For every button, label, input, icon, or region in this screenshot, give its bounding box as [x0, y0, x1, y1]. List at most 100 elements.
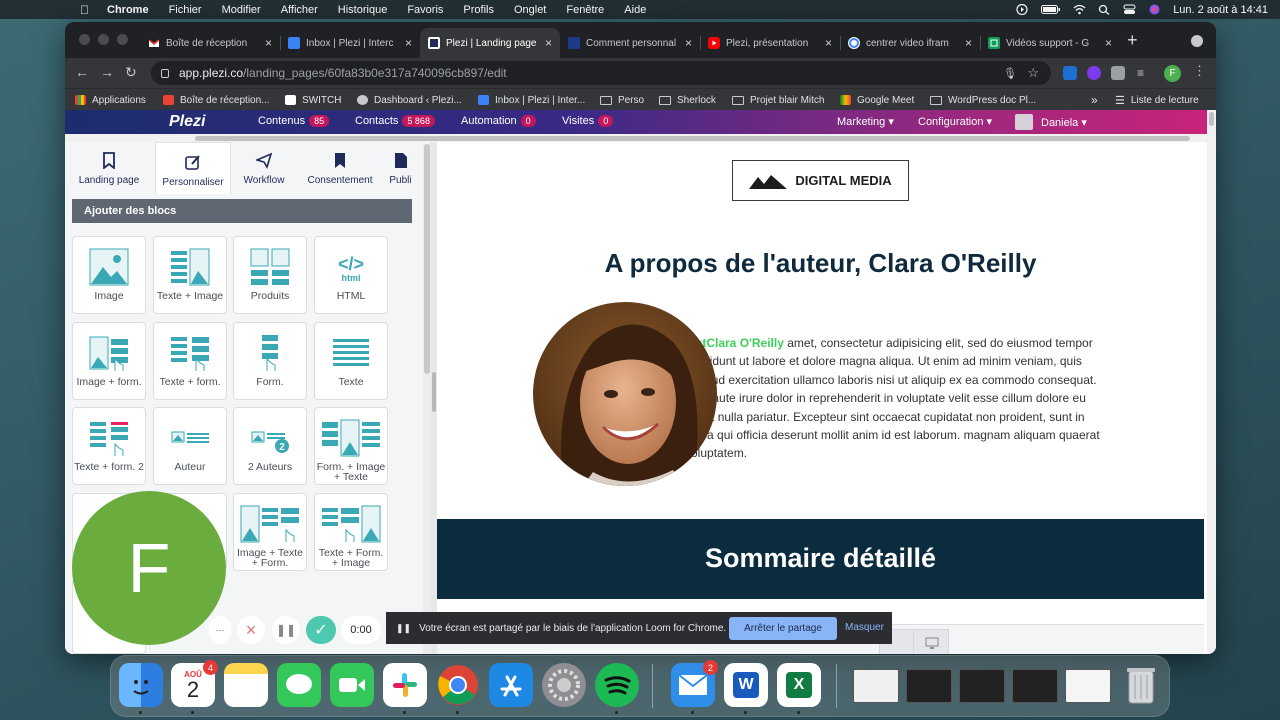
- tab-landing-page[interactable]: Landing page: [71, 142, 147, 192]
- tab-youtube[interactable]: Plezi, présentation ×: [700, 28, 840, 58]
- minimized-window-thumbnail[interactable]: [959, 669, 1005, 703]
- nav-visites[interactable]: Visites 0: [562, 115, 614, 127]
- tab-consentement[interactable]: Consentement: [302, 142, 378, 192]
- word-icon[interactable]: W: [724, 663, 768, 707]
- siri-icon[interactable]: [1148, 4, 1161, 15]
- minimized-window-thumbnail[interactable]: [1065, 669, 1111, 703]
- summary-section-heading[interactable]: Sommaire détaillé: [437, 519, 1204, 599]
- bookmark-inbox[interactable]: Inbox | Plezi | Inter...: [478, 89, 585, 111]
- block-form[interactable]: Form.: [233, 322, 307, 400]
- close-icon[interactable]: ×: [545, 36, 552, 50]
- zoom-window-button[interactable]: [117, 34, 128, 45]
- horizontal-scrollbar[interactable]: [65, 134, 1207, 142]
- more-bookmarks-button[interactable]: »: [1091, 89, 1098, 111]
- desktop-view-button[interactable]: [913, 629, 949, 654]
- search-icon[interactable]: [1098, 4, 1111, 15]
- bookmark-gmail[interactable]: Boîte de réception...: [163, 89, 270, 111]
- bookmark-sherlock[interactable]: Sherlock: [659, 89, 716, 111]
- tab-publier[interactable]: Publi: [378, 142, 423, 192]
- digital-media-logo[interactable]: DIGITAL MEDIA: [732, 160, 909, 201]
- bookmark-projet-blair[interactable]: Projet blair Mitch: [732, 89, 824, 111]
- block-text-form-2[interactable]: Texte + form. 2: [72, 407, 146, 485]
- loom-more-button[interactable]: ···: [209, 616, 231, 644]
- nav-configuration-dropdown[interactable]: Configuration ▾: [918, 115, 992, 128]
- block-text-form[interactable]: Texte + form.: [153, 322, 227, 400]
- close-icon[interactable]: ×: [405, 36, 412, 50]
- puzzle-icon[interactable]: [1111, 66, 1125, 80]
- tab-gmail[interactable]: Boîte de réception ×: [140, 28, 280, 58]
- profile-avatar[interactable]: F: [1164, 65, 1181, 82]
- nav-contenus[interactable]: Contenus 85: [258, 115, 330, 127]
- block-form-image-text[interactable]: Form. + Image + Texte: [314, 407, 388, 485]
- notes-icon[interactable]: [224, 663, 268, 707]
- minimize-window-button[interactable]: [98, 34, 109, 45]
- facetime-icon[interactable]: [330, 663, 374, 707]
- nav-marketing-dropdown[interactable]: Marketing ▾: [837, 115, 894, 128]
- switch-extension-icon[interactable]: [1063, 66, 1077, 80]
- back-arrow-icon[interactable]: ←: [75, 64, 89, 80]
- excel-icon[interactable]: X: [777, 663, 821, 707]
- author-heading[interactable]: A propos de l'auteur, Clara O'Reilly: [437, 248, 1204, 279]
- loom-cancel-icon[interactable]: ×: [237, 616, 265, 644]
- tab-google-search[interactable]: centrer video ifram ×: [840, 28, 980, 58]
- hide-button[interactable]: Masquer: [845, 622, 884, 633]
- nav-contacts[interactable]: Contacts 5 868: [355, 115, 435, 127]
- more-menu-icon[interactable]: ⋮: [1193, 63, 1206, 79]
- wifi-icon[interactable]: [1073, 4, 1086, 15]
- plezi-logo[interactable]: Plezi: [169, 113, 205, 131]
- minimized-window-thumbnail[interactable]: [906, 669, 952, 703]
- address-bar[interactable]: app.plezi.co/landing_pages/60fa83b0e317a…: [151, 61, 1051, 85]
- bookmark-perso[interactable]: Perso: [600, 89, 644, 111]
- menu-fenetre[interactable]: Fenêtre: [566, 4, 604, 16]
- left-panel-scrollbar[interactable]: [423, 144, 431, 654]
- block-produits[interactable]: Produits: [233, 236, 307, 314]
- loom-finish-check-icon[interactable]: ✓: [306, 616, 336, 644]
- author-bio-text[interactable]: testClara O'Reilly amet, consectetur adi…: [685, 334, 1105, 463]
- stop-sharing-button[interactable]: Arrêter le partage: [729, 617, 837, 640]
- close-icon[interactable]: ×: [825, 36, 832, 50]
- battery-icon[interactable]: [1041, 4, 1061, 15]
- bookmark-google-meet[interactable]: Google Meet: [840, 89, 914, 111]
- nav-automation[interactable]: Automation 0: [461, 115, 536, 127]
- tab-intercom[interactable]: Inbox | Plezi | Interc ×: [280, 28, 420, 58]
- menu-afficher[interactable]: Afficher: [281, 4, 318, 16]
- scrollbar-thumb[interactable]: [195, 136, 1190, 141]
- system-preferences-icon[interactable]: [542, 663, 586, 707]
- tab-comment-personnaliser[interactable]: Comment personnal ×: [560, 28, 700, 58]
- block-text-image[interactable]: Texte + Image: [153, 236, 227, 314]
- messages-icon[interactable]: [277, 663, 321, 707]
- loom-pause-icon[interactable]: ❚❚: [272, 616, 300, 644]
- menu-chrome[interactable]: Chrome: [107, 4, 149, 16]
- block-auteur[interactable]: Auteur: [153, 407, 227, 485]
- menu-onglet[interactable]: Onglet: [514, 4, 546, 16]
- tab-plezi-landing-page[interactable]: Plezi | Landing page ×: [420, 28, 560, 58]
- bookmark-wordpress-doc[interactable]: WordPress doc Pl...: [930, 89, 1036, 111]
- new-tab-button[interactable]: +: [1127, 30, 1138, 51]
- tab-google-sheets[interactable]: Vidéos support - G ×: [980, 28, 1120, 58]
- bookmark-dashboard[interactable]: Dashboard ‹ Plezi...: [357, 89, 462, 111]
- close-icon[interactable]: ×: [265, 36, 272, 50]
- menu-favoris[interactable]: Favoris: [407, 4, 443, 16]
- block-image-form[interactable]: Image + form.: [72, 322, 146, 400]
- minimized-window-thumbnail[interactable]: [1012, 669, 1058, 703]
- menu-modifier[interactable]: Modifier: [222, 4, 261, 16]
- tab-personnaliser[interactable]: Personnaliser: [155, 142, 231, 194]
- apple-icon[interactable]: : [80, 3, 89, 17]
- reload-icon[interactable]: ↻: [125, 64, 137, 81]
- calendar-icon[interactable]: AOÛ 2 4: [171, 660, 218, 707]
- reading-list-button[interactable]: ☰ Liste de lecture: [1115, 89, 1199, 111]
- scrollbar-thumb[interactable]: [1209, 112, 1214, 126]
- trash-icon[interactable]: [1119, 663, 1163, 707]
- close-icon[interactable]: ×: [1105, 36, 1112, 50]
- control-center-icon[interactable]: [1123, 4, 1136, 15]
- slack-icon[interactable]: [383, 663, 427, 707]
- microphone-icon[interactable]: 🎙: [1003, 67, 1017, 80]
- menu-fichier[interactable]: Fichier: [169, 4, 202, 16]
- block-image[interactable]: Image: [72, 236, 146, 314]
- close-icon[interactable]: ×: [685, 36, 692, 50]
- user-menu[interactable]: Daniela ▾: [1015, 114, 1087, 130]
- chrome-icon[interactable]: [436, 663, 480, 707]
- reading-list-icon[interactable]: ≡: [1137, 66, 1151, 80]
- tab-search-icon[interactable]: [1191, 35, 1203, 47]
- splitter-handle[interactable]: [432, 372, 436, 412]
